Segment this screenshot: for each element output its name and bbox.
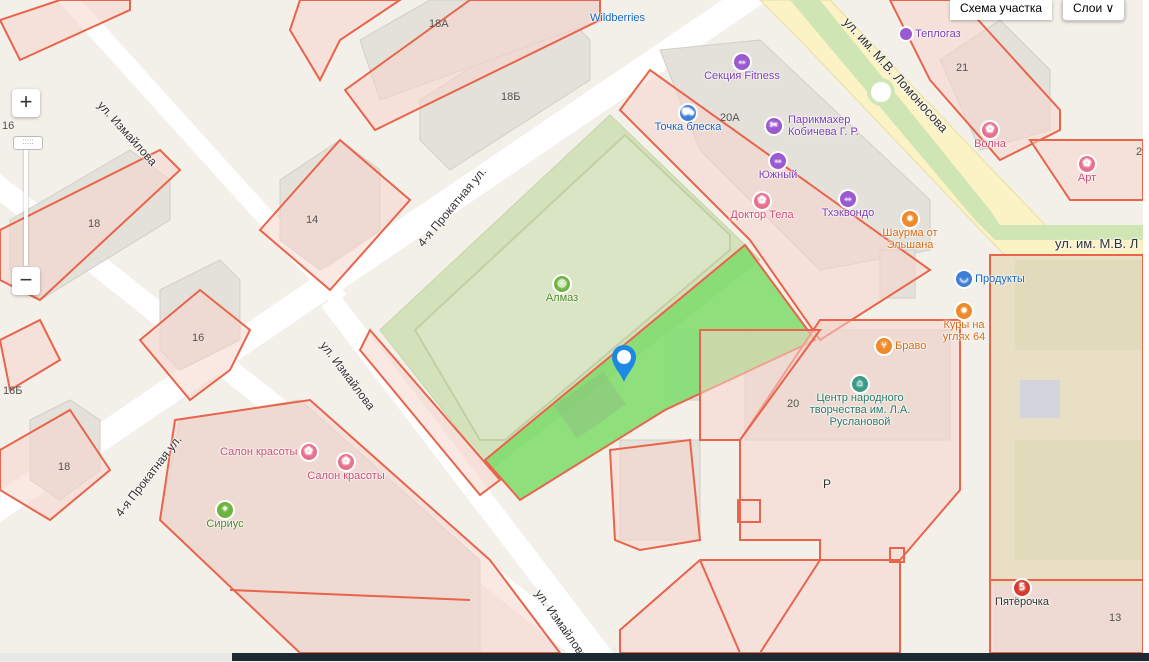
poi-doktor-tela[interactable]: ✿ Доктор Тела (726, 193, 798, 221)
zoom-slider-track[interactable] (24, 138, 28, 266)
dumbbell-icon: ↔ (770, 153, 786, 169)
lotus-icon: ✿ (982, 122, 998, 138)
bottom-strip (0, 653, 232, 661)
poi-produkty[interactable]: ◡ Продукты (956, 271, 1025, 287)
art-label: Арт (1077, 172, 1097, 184)
building-number: 18Б (3, 385, 23, 397)
dot-icon (900, 28, 912, 41)
shaurma-label: Шаурма от Эльшана (882, 227, 938, 251)
teplogaz-label: Теплогаз (915, 28, 961, 40)
poi-teplogaz[interactable]: Теплогаз (900, 28, 961, 41)
layers-button[interactable]: Слои ∨ (1062, 0, 1126, 21)
poi-wildberries[interactable]: Wildberries (590, 12, 645, 24)
pyaterochka-label: Пятёрочка (995, 596, 1049, 608)
restaurant-icon: ⑂ (876, 338, 892, 354)
poi-yuzhny[interactable]: ↔ Южный (756, 153, 800, 181)
yuzhny-label: Южный (758, 169, 798, 181)
almaz-label: Алмаз (545, 292, 579, 304)
building-number: 18А (429, 18, 449, 30)
zoom-out-button[interactable]: − (12, 267, 40, 295)
poi-bravo[interactable]: ⑂ Браво (876, 338, 926, 354)
car-wash-icon: ⛟ (680, 105, 696, 121)
poi-shaurma[interactable]: ● Шаурма от Эльшана (872, 211, 948, 251)
building-number: 14 (306, 214, 319, 226)
poi-volna[interactable]: ✿ Волна (970, 122, 1010, 150)
building-number: 16 (192, 332, 205, 344)
bravo-label: Браво (895, 339, 927, 352)
dumbbell-icon: ↔ (734, 54, 750, 70)
poi-art[interactable]: ✿ Арт (1072, 156, 1102, 184)
basket-icon: ◡ (956, 271, 972, 287)
building-number: 20 (787, 398, 800, 410)
doktor-label: Доктор Тела (730, 209, 794, 221)
poi-salon-2[interactable]: ✿ Салон красоты (305, 454, 387, 482)
volna-label: Волна (974, 138, 1006, 150)
building-number: 18 (58, 461, 71, 473)
poi-salon-1[interactable]: Салон красоты ✿ (220, 444, 317, 460)
poi-parikmakher[interactable]: ✂ Парикмахер Кобичева Г. Р. (766, 114, 864, 138)
tochka-label: Точка блеска (654, 121, 722, 133)
building-number: 2 (1136, 146, 1143, 158)
food-icon: ● (902, 211, 918, 227)
pharmacy-icon: + (217, 502, 233, 518)
zoom-in-button[interactable]: + (12, 89, 40, 117)
poi-kury[interactable]: ● Куры на углях 64 (938, 303, 990, 343)
museum-icon: ⌂ (852, 376, 868, 392)
fitness-label: Секция Fitness (704, 70, 780, 82)
poi-centr[interactable]: ⌂ Центр народного творчества им. Л.А. Рус… (808, 376, 912, 428)
store-icon: 5 (1014, 580, 1030, 596)
parikmakher-label: Парикмахер Кобичева Г. Р. (788, 114, 859, 138)
poi-taekwondo[interactable]: ↔ Тхэквондо (816, 191, 880, 219)
poi-pyaterochka[interactable]: 5 Пятёрочка (990, 580, 1054, 608)
salon1-label: Салон красоты (220, 445, 298, 458)
poi-sirius[interactable]: + Сириус (204, 502, 246, 530)
food-icon: ● (956, 303, 972, 319)
produkty-label: Продукты (975, 272, 1025, 285)
scheme-button[interactable]: Схема участка (950, 0, 1053, 20)
zoom-slider-handle[interactable]: ::::: (13, 136, 43, 150)
building-number: 21 (956, 62, 969, 74)
poi-fitness[interactable]: ↔ Секция Fitness (697, 54, 787, 82)
centr-label: Центр народного творчества им. Л.А. Русл… (809, 392, 911, 428)
taskbar (232, 653, 1149, 661)
building-number: 18Б (501, 91, 521, 103)
building-number: 16 (2, 120, 15, 132)
building-number: 13 (1109, 612, 1122, 624)
stadium-icon: ◎ (554, 276, 570, 292)
chevron-down-icon: ∨ (1105, 1, 1115, 15)
street-label-lomonosova-right: ул. им. М.В. Л (1055, 236, 1139, 251)
lotus-icon: ✿ (1079, 156, 1095, 172)
kury-label: Куры на углях 64 (942, 319, 986, 343)
scissors-icon: ✂ (766, 118, 782, 134)
lotus-icon: ✿ (754, 193, 770, 209)
poi-tochka-bleska[interactable]: ⛟ Точка блеска (650, 105, 726, 133)
lotus-icon: ✿ (338, 454, 354, 470)
right-gutter (1143, 0, 1149, 653)
wildberries-label: Wildberries (590, 12, 646, 24)
building-number: 18 (88, 218, 101, 230)
layers-label: Слои (1073, 1, 1103, 15)
poi-almaz[interactable]: ◎ Алмаз (540, 276, 584, 304)
dumbbell-icon: ↔ (840, 191, 856, 207)
salon2-label: Салон красоты (307, 470, 385, 482)
taekwondo-label: Тхэквондо (821, 207, 875, 219)
sirius-label: Сириус (206, 518, 244, 530)
parking-label: P (823, 477, 832, 491)
